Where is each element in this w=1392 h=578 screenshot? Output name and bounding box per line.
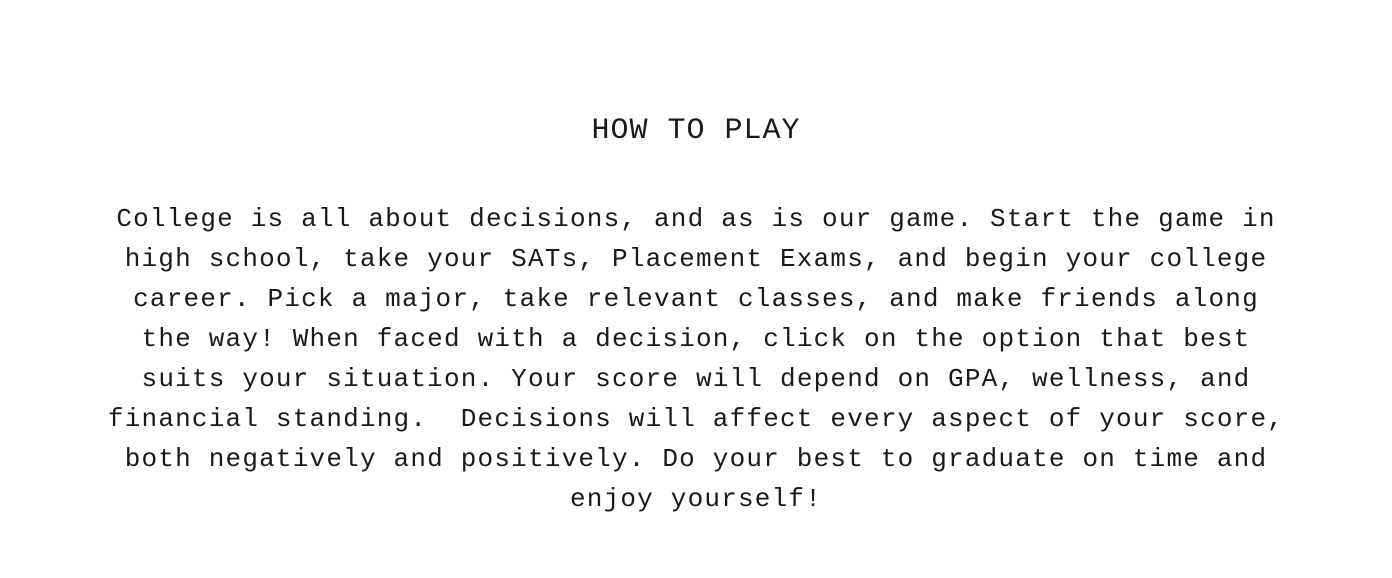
page-title: HOW TO PLAY: [591, 114, 801, 148]
instructions-line: suits your situation. Your score will de…: [141, 364, 1251, 394]
instructions-text: College is all about decisions, and as i…: [56, 199, 1336, 519]
instructions-line: both negatively and positively. Do your …: [124, 444, 1268, 474]
instructions-line: enjoy yourself!: [569, 484, 823, 514]
instructions-line: financial standing. Decisions will affec…: [107, 404, 1285, 434]
how-to-play-screen: HOW TO PLAY College is all about decisio…: [0, 0, 1392, 578]
instructions-line: the way! When faced with a decision, cli…: [141, 324, 1251, 354]
instructions-line: high school, take your SATs, Placement E…: [124, 244, 1268, 274]
instructions-line: career. Pick a major, take relevant clas…: [133, 284, 1259, 314]
instructions-line: College is all about decisions, and as i…: [116, 204, 1276, 234]
